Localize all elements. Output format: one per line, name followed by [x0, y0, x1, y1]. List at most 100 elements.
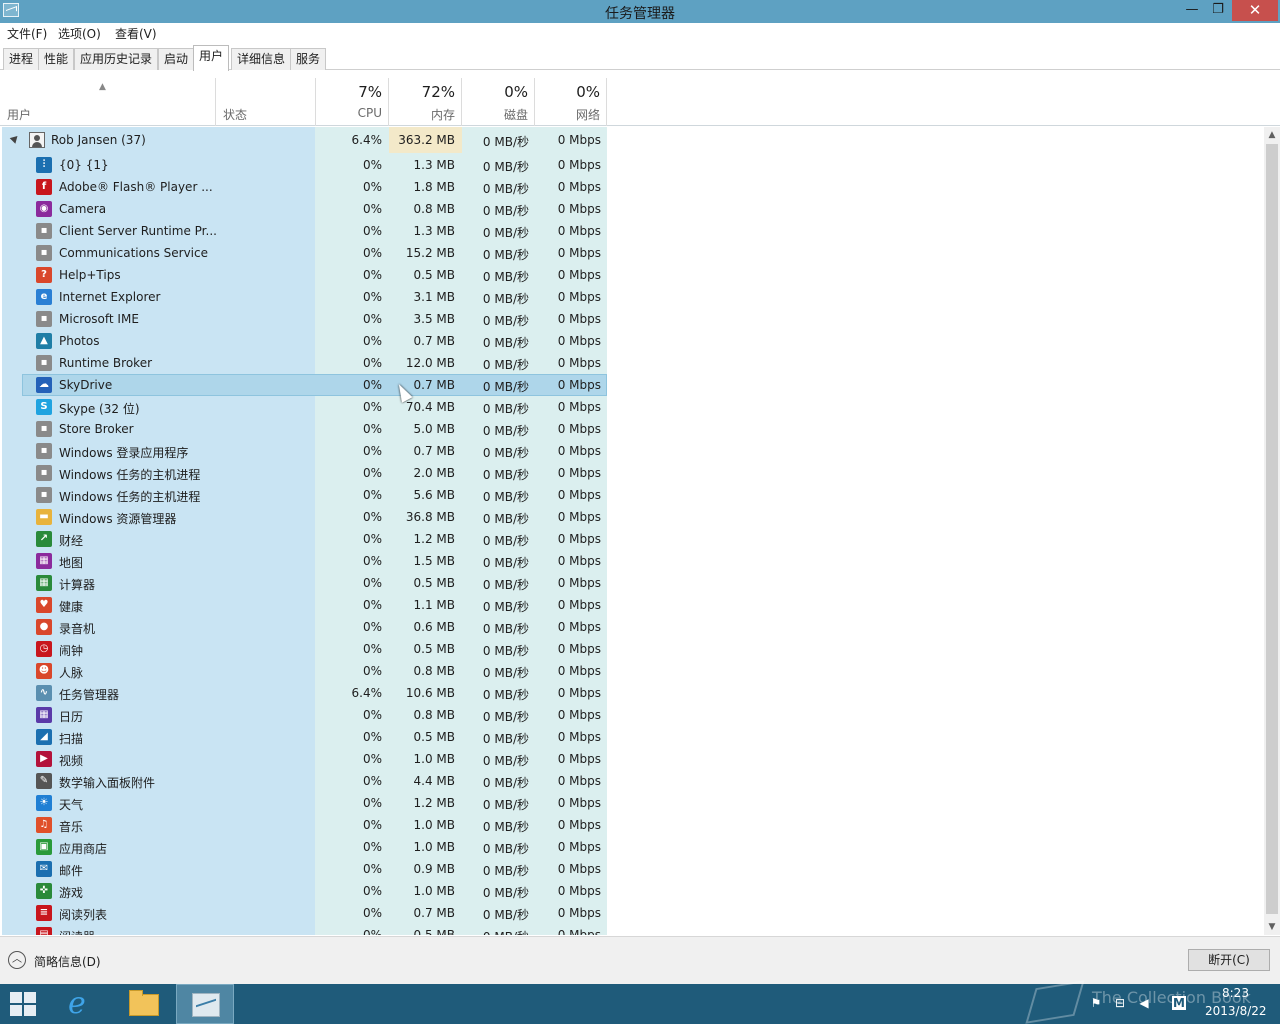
restore-button[interactable]: ❐: [1205, 0, 1231, 21]
scroll-thumb[interactable]: [1266, 144, 1278, 914]
process-cpu: 0%: [362, 708, 382, 722]
menu-view[interactable]: 查看(V): [115, 25, 157, 42]
process-row[interactable]: ♫ 音乐 0% 1.0 MB 0 MB/秒 0 Mbps: [2, 814, 607, 836]
clock-time[interactable]: 8:23: [1222, 986, 1249, 1000]
process-memory: 1.0 MB: [413, 840, 455, 854]
windows-start-icon[interactable]: [10, 992, 38, 1016]
menu-bar: 文件(F) 选项(O) 查看(V): [0, 23, 1280, 44]
process-network: 0 Mbps: [557, 202, 601, 216]
menu-options[interactable]: 选项(O): [58, 25, 101, 42]
tab-processes[interactable]: 进程: [3, 48, 40, 70]
column-cpu[interactable]: 7% CPU: [315, 78, 388, 126]
process-row[interactable]: ◉ Camera 0% 0.8 MB 0 MB/秒 0 Mbps: [2, 198, 607, 220]
volume-icon[interactable]: ◀: [1137, 996, 1151, 1010]
process-row[interactable]: ▦ 计算器 0% 0.5 MB 0 MB/秒 0 Mbps: [2, 572, 607, 594]
tab-app-history[interactable]: 应用历史记录: [74, 48, 159, 70]
process-name: 录音机: [59, 622, 96, 636]
clock-date[interactable]: 2013/8/22: [1205, 1004, 1267, 1018]
photos-icon: ▲: [36, 333, 52, 349]
process-row[interactable]: ▲ Photos 0% 0.7 MB 0 MB/秒 0 Mbps: [2, 330, 607, 352]
process-name: Windows 任务的主机进程: [59, 490, 201, 504]
action-center-flag-icon[interactable]: ⚑: [1089, 996, 1103, 1010]
process-row[interactable]: ▪ Windows 任务的主机进程 0% 5.6 MB 0 MB/秒 0 Mbps: [2, 484, 607, 506]
process-row[interactable]: ☁ SkyDrive 0% 0.7 MB 0 MB/秒 0 Mbps: [2, 374, 607, 396]
process-row[interactable]: ▪ Windows 登录应用程序 0% 0.7 MB 0 MB/秒 0 Mbps: [2, 440, 607, 462]
video-icon: ▶: [36, 751, 52, 767]
process-row[interactable]: ▦ 日历 0% 0.8 MB 0 MB/秒 0 Mbps: [2, 704, 607, 726]
network-icon[interactable]: ⊟: [1113, 996, 1127, 1010]
process-row[interactable]: ⫶ {0} {1} 0% 1.3 MB 0 MB/秒 0 Mbps: [2, 154, 607, 176]
process-row[interactable]: ▪ Store Broker 0% 5.0 MB 0 MB/秒 0 Mbps: [2, 418, 607, 440]
process-row[interactable]: ▪ Communications Service 0% 15.2 MB 0 MB/秒 0 …: [2, 242, 607, 264]
process-network: 0 Mbps: [557, 312, 601, 326]
process-row[interactable]: ✎ 数学输入面板附件 0% 4.4 MB 0 MB/秒 0 Mbps: [2, 770, 607, 792]
process-row[interactable]: ◢ 扫描 0% 0.5 MB 0 MB/秒 0 Mbps: [2, 726, 607, 748]
minimize-button[interactable]: —: [1179, 0, 1205, 21]
process-row[interactable]: ◷ 闹钟 0% 0.5 MB 0 MB/秒 0 Mbps: [2, 638, 607, 660]
process-row[interactable]: f Adobe® Flash® Player ... 0% 1.8 MB 0 MB/秒 0…: [2, 176, 607, 198]
tab-startup[interactable]: 启动: [158, 48, 195, 70]
process-cpu: 0%: [362, 796, 382, 810]
column-memory[interactable]: 72% 内存: [388, 78, 461, 126]
process-cpu: 0%: [362, 202, 382, 216]
user-avatar-icon: [29, 132, 45, 148]
process-row[interactable]: ▪ Runtime Broker 0% 12.0 MB 0 MB/秒 0 Mbps: [2, 352, 607, 374]
process-network: 0 Mbps: [557, 246, 601, 260]
process-row[interactable]: ↗ 财经 0% 1.2 MB 0 MB/秒 0 Mbps: [2, 528, 607, 550]
process-network: 0 Mbps: [557, 664, 601, 678]
process-network: 0 Mbps: [557, 884, 601, 898]
process-memory: 1.0 MB: [413, 752, 455, 766]
input-method-icon[interactable]: M: [1172, 996, 1186, 1010]
process-row[interactable]: ≡ 阅读列表 0% 0.7 MB 0 MB/秒 0 Mbps: [2, 902, 607, 924]
process-row[interactable]: ▶ 视频 0% 1.0 MB 0 MB/秒 0 Mbps: [2, 748, 607, 770]
process-disk: 0 MB/秒: [482, 336, 529, 350]
menu-file[interactable]: 文件(F): [7, 25, 47, 42]
process-disk: 0 MB/秒: [482, 864, 529, 878]
process-row[interactable]: ☻ 人脉 0% 0.8 MB 0 MB/秒 0 Mbps: [2, 660, 607, 682]
taskbar-internet-explorer[interactable]: e: [52, 984, 110, 1024]
process-row[interactable]: ▦ 地图 0% 1.5 MB 0 MB/秒 0 Mbps: [2, 550, 607, 572]
users-grid[interactable]: Rob Jansen (37) 6.4% 363.2 MB 0 MB/秒 0 M…: [2, 127, 1264, 935]
process-cpu: 0%: [362, 290, 382, 304]
process-row[interactable]: S Skype (32 位) 0% 70.4 MB 0 MB/秒 0 Mbps: [2, 396, 607, 418]
user-row[interactable]: Rob Jansen (37) 6.4% 363.2 MB 0 MB/秒 0 M…: [2, 127, 607, 153]
scroll-up-icon[interactable]: ▲: [1264, 127, 1280, 143]
taskbar-file-explorer[interactable]: [114, 984, 172, 1024]
process-disk: 0 MB/秒: [482, 314, 529, 328]
collapse-arrow-icon[interactable]: [9, 133, 21, 144]
process-row[interactable]: ▪ Microsoft IME 0% 3.5 MB 0 MB/秒 0 Mbps: [2, 308, 607, 330]
process-row[interactable]: ∿ 任务管理器 6.4% 10.6 MB 0 MB/秒 0 Mbps: [2, 682, 607, 704]
taskbar-task-manager[interactable]: [176, 984, 234, 1024]
vertical-scrollbar[interactable]: ▲ ▼: [1264, 127, 1280, 935]
network-total-percent: 0%: [576, 83, 600, 101]
process-row[interactable]: ▪ Windows 任务的主机进程 0% 2.0 MB 0 MB/秒 0 Mbps: [2, 462, 607, 484]
process-row[interactable]: ▤ 阅读器 0% 0.5 MB 0 MB/秒 0 Mbps: [2, 924, 607, 935]
process-disk: 0 MB/秒: [482, 886, 529, 900]
process-row[interactable]: ● 录音机 0% 0.6 MB 0 MB/秒 0 Mbps: [2, 616, 607, 638]
process-row[interactable]: ▪ Client Server Runtime Pr... 0% 1.3 MB 0 MB…: [2, 220, 607, 242]
process-row[interactable]: ✜ 游戏 0% 1.0 MB 0 MB/秒 0 Mbps: [2, 880, 607, 902]
process-row[interactable]: ▬ Windows 资源管理器 0% 36.8 MB 0 MB/秒 0 Mbps: [2, 506, 607, 528]
tab-details[interactable]: 详细信息: [231, 48, 292, 70]
tab-performance[interactable]: 性能: [38, 48, 75, 70]
calculator-icon: ▦: [36, 575, 52, 591]
process-row[interactable]: ▣ 应用商店 0% 1.0 MB 0 MB/秒 0 Mbps: [2, 836, 607, 858]
column-disk[interactable]: 0% 磁盘: [461, 78, 534, 126]
process-network: 0 Mbps: [557, 444, 601, 458]
close-button[interactable]: ✕: [1232, 0, 1278, 21]
process-row[interactable]: e Internet Explorer 0% 3.1 MB 0 MB/秒 0 Mbps: [2, 286, 607, 308]
process-network: 0 Mbps: [557, 554, 601, 568]
column-network[interactable]: 0% 网络: [534, 78, 607, 126]
disconnect-button[interactable]: 断开(C): [1188, 949, 1270, 971]
tab-users[interactable]: 用户: [193, 45, 230, 71]
window-icon: ▪: [36, 487, 52, 503]
process-row[interactable]: ? Help+Tips 0% 0.5 MB 0 MB/秒 0 Mbps: [2, 264, 607, 286]
tab-services[interactable]: 服务: [290, 48, 327, 70]
column-user[interactable]: 用户: [0, 78, 215, 126]
process-cpu: 0%: [362, 664, 382, 678]
process-row[interactable]: ✉ 邮件 0% 0.9 MB 0 MB/秒 0 Mbps: [2, 858, 607, 880]
column-status[interactable]: 状态: [215, 78, 315, 126]
process-row[interactable]: ☀ 天气 0% 1.2 MB 0 MB/秒 0 Mbps: [2, 792, 607, 814]
scroll-down-icon[interactable]: ▼: [1264, 919, 1280, 935]
process-row[interactable]: ♥ 健康 0% 1.1 MB 0 MB/秒 0 Mbps: [2, 594, 607, 616]
